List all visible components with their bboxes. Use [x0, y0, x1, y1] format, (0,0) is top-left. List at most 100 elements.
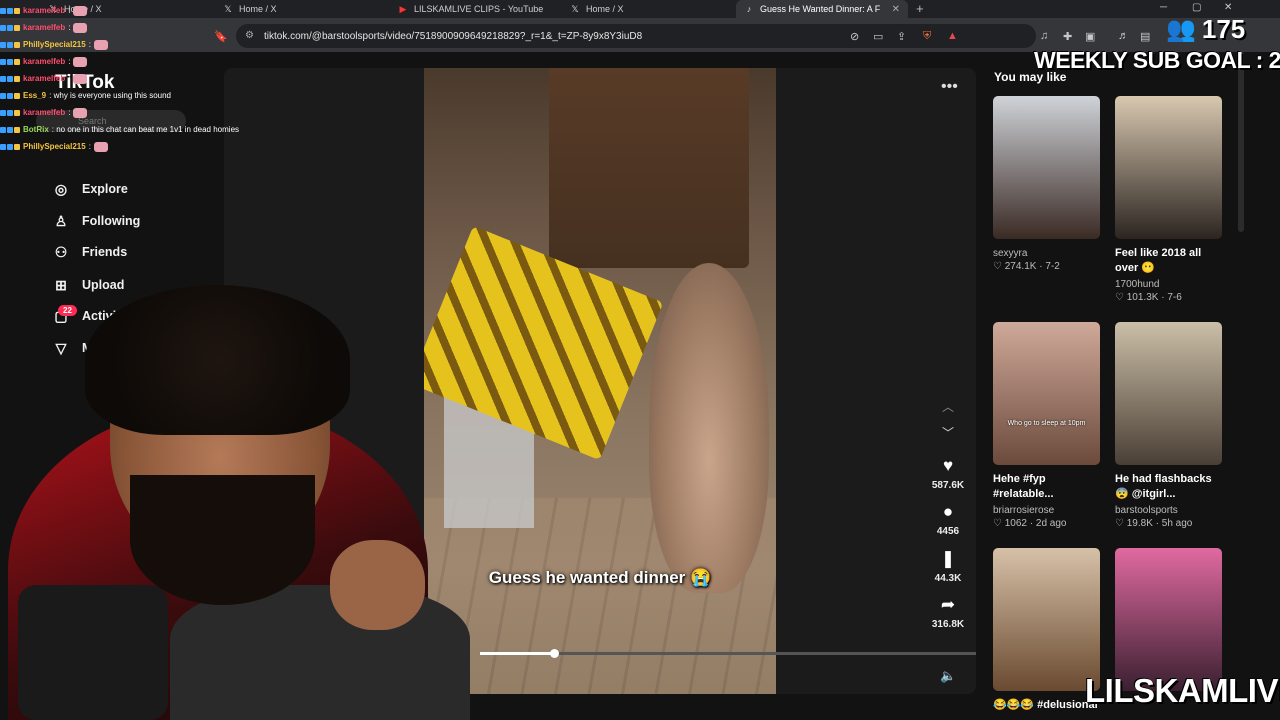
- chat-badges: [0, 109, 20, 116]
- rec-card[interactable]: 😂😂😂 #delusional: [993, 548, 1100, 713]
- rec-thumbnail[interactable]: [1115, 548, 1222, 691]
- streamer-webcam: [0, 285, 470, 720]
- rec-title: He had flashbacks 😨 @itgirl...: [1115, 473, 1212, 500]
- tab-tiktok-active[interactable]: ♪ Guess He Wanted Dinner: A F ✕: [736, 0, 908, 18]
- rec-thumbnail[interactable]: [1115, 96, 1222, 239]
- rewards-icon[interactable]: ▲: [947, 30, 958, 42]
- chat-message: karamelfeb:: [0, 2, 260, 19]
- nav-friends[interactable]: ⚇ Friends: [52, 243, 127, 261]
- like-count: 587.6K: [931, 480, 965, 491]
- video-player[interactable]: Guess he wanted dinner 😭: [424, 68, 776, 694]
- save-count: 44.3K: [934, 573, 962, 584]
- like-button[interactable]: ♥ 587.6K: [926, 456, 970, 491]
- rec-thumbnail[interactable]: [993, 548, 1100, 691]
- rec-thumbnail[interactable]: [993, 96, 1100, 239]
- cast-icon[interactable]: ⊘: [850, 30, 859, 43]
- save-button[interactable]: ❚ 44.3K: [926, 549, 970, 584]
- next-video-icon[interactable]: ﹀: [942, 424, 954, 441]
- rec-stats: ♡ 19.8K · 5h ago: [1115, 518, 1193, 529]
- nav-following[interactable]: ♙ Following: [52, 212, 141, 230]
- minimize-icon[interactable]: ─: [1160, 2, 1167, 13]
- share-page-icon[interactable]: ⇪: [897, 30, 906, 43]
- page-scrollbar[interactable]: [1238, 52, 1244, 232]
- tab-label: Home / X: [586, 4, 624, 14]
- chat-badges: [0, 58, 20, 65]
- channel-watermark: LILSKAMLIVE: [1085, 672, 1280, 709]
- video-caption: Guess he wanted dinner 😭: [488, 568, 712, 587]
- chat-username: BotRix: [23, 125, 49, 134]
- chat-message: karamelfeb:: [0, 104, 260, 121]
- rec-card[interactable]: He had flashbacks 😨 @itgirl... barstools…: [1115, 322, 1222, 529]
- chat-badge-icon: [7, 7, 13, 14]
- rec-card[interactable]: [1115, 548, 1222, 691]
- tab-label: LILSKAMLIVE CLIPS - YouTube: [414, 4, 544, 14]
- streamer-hand: [330, 540, 425, 630]
- rec-username[interactable]: briarrosierose: [993, 505, 1100, 516]
- chat-username: Ess_9: [23, 91, 47, 100]
- chat-badge-icon: [7, 24, 13, 31]
- chat-text: :: [68, 108, 71, 117]
- rec-username[interactable]: 1700hund: [1115, 279, 1222, 290]
- rec-thumbnail[interactable]: [1115, 322, 1222, 465]
- close-tab-icon[interactable]: ✕: [892, 4, 900, 15]
- chat-badge-icon: [0, 7, 6, 14]
- screen-icon[interactable]: ▭: [873, 30, 883, 43]
- chat-badge-icon: [14, 24, 20, 31]
- rec-title: Hehe #fyp #relatable...: [993, 473, 1054, 500]
- sub-goal-overlay: WEEKLY SUB GOAL : 2/50: [1034, 47, 1280, 73]
- rec-username[interactable]: barstoolsports: [1115, 505, 1222, 516]
- bookmark-save-icon: ❚: [940, 549, 956, 568]
- chat-badge-icon: [0, 143, 6, 150]
- rec-username[interactable]: sexyyra: [993, 248, 1100, 259]
- maximize-icon[interactable]: ▢: [1192, 2, 1201, 13]
- chat-text: :: [68, 57, 71, 66]
- chat-badges: [0, 143, 20, 150]
- volume-icon[interactable]: 🔈: [940, 668, 956, 684]
- rec-thumbnail[interactable]: Who go to sleep at 10pm: [993, 322, 1100, 465]
- chat-username: karamelfeb: [23, 57, 66, 66]
- rec-title: 😂😂😂 #delusional: [993, 699, 1098, 711]
- tab-home-x-3[interactable]: 𝕏 Home / X: [562, 0, 732, 18]
- share-icon: ➦: [940, 595, 956, 614]
- rec-card[interactable]: sexyyra ♡ 274.1K · 7-2: [993, 96, 1100, 272]
- chat-badge-icon: [0, 24, 6, 31]
- chat-username: PhillySpecial215: [23, 142, 86, 151]
- comment-button[interactable]: ● 4456: [926, 502, 970, 537]
- tab-youtube[interactable]: ▶ LILSKAMLIVE CLIPS - YouTube: [390, 0, 560, 18]
- chat-badge-icon: [14, 75, 20, 82]
- url-field[interactable]: ⚙ tiktok.com/@barstoolsports/video/75189…: [236, 24, 1036, 48]
- video-frame-chair: [549, 68, 749, 268]
- media-icon[interactable]: ♬: [1118, 30, 1129, 42]
- chat-message: karamelfeb:: [0, 19, 260, 36]
- video-progress-bar[interactable]: [480, 649, 976, 658]
- chat-username: karamelfeb: [23, 6, 66, 15]
- chat-badges: [0, 92, 20, 99]
- chat-text: :: [68, 23, 71, 32]
- nav-label: Following: [82, 214, 141, 228]
- extensions-icon[interactable]: ✚: [1063, 30, 1072, 43]
- chat-badge-icon: [7, 109, 13, 116]
- chat-badge-icon: [0, 109, 6, 116]
- window-close-icon[interactable]: ✕: [1224, 2, 1232, 13]
- rec-title: Feel like 2018 all over 😶: [1115, 247, 1202, 274]
- chat-text: : why is everyone using this sound: [49, 91, 171, 100]
- sidebar-toggle-icon[interactable]: ▤: [1140, 30, 1150, 43]
- chat-username: PhillySpecial215: [23, 40, 86, 49]
- nav-explore[interactable]: ◎ Explore: [52, 180, 128, 198]
- chat-badge-icon: [0, 75, 6, 82]
- new-tab-button[interactable]: +: [916, 1, 924, 16]
- video-frame-bulldog: [649, 263, 769, 593]
- brave-shield-icon[interactable]: ⛨: [923, 30, 931, 43]
- more-options-icon[interactable]: •••: [941, 78, 958, 96]
- chat-badge-icon: [14, 109, 20, 116]
- previous-video-icon[interactable]: ︿: [942, 398, 954, 415]
- rec-card[interactable]: Feel like 2018 all over 😶 1700hund ♡ 101…: [1115, 96, 1222, 303]
- rec-card[interactable]: Who go to sleep at 10pm Hehe #fyp #relat…: [993, 322, 1100, 529]
- chat-badge-icon: [7, 58, 13, 65]
- chat-badge-icon: [0, 41, 6, 48]
- audio-icon[interactable]: ♫: [1040, 30, 1048, 42]
- share-button[interactable]: ➦ 316.8K: [926, 595, 970, 630]
- chat-text: :: [88, 40, 91, 49]
- chat-badge-icon: [14, 7, 20, 14]
- wallet-icon[interactable]: ▣: [1085, 30, 1095, 43]
